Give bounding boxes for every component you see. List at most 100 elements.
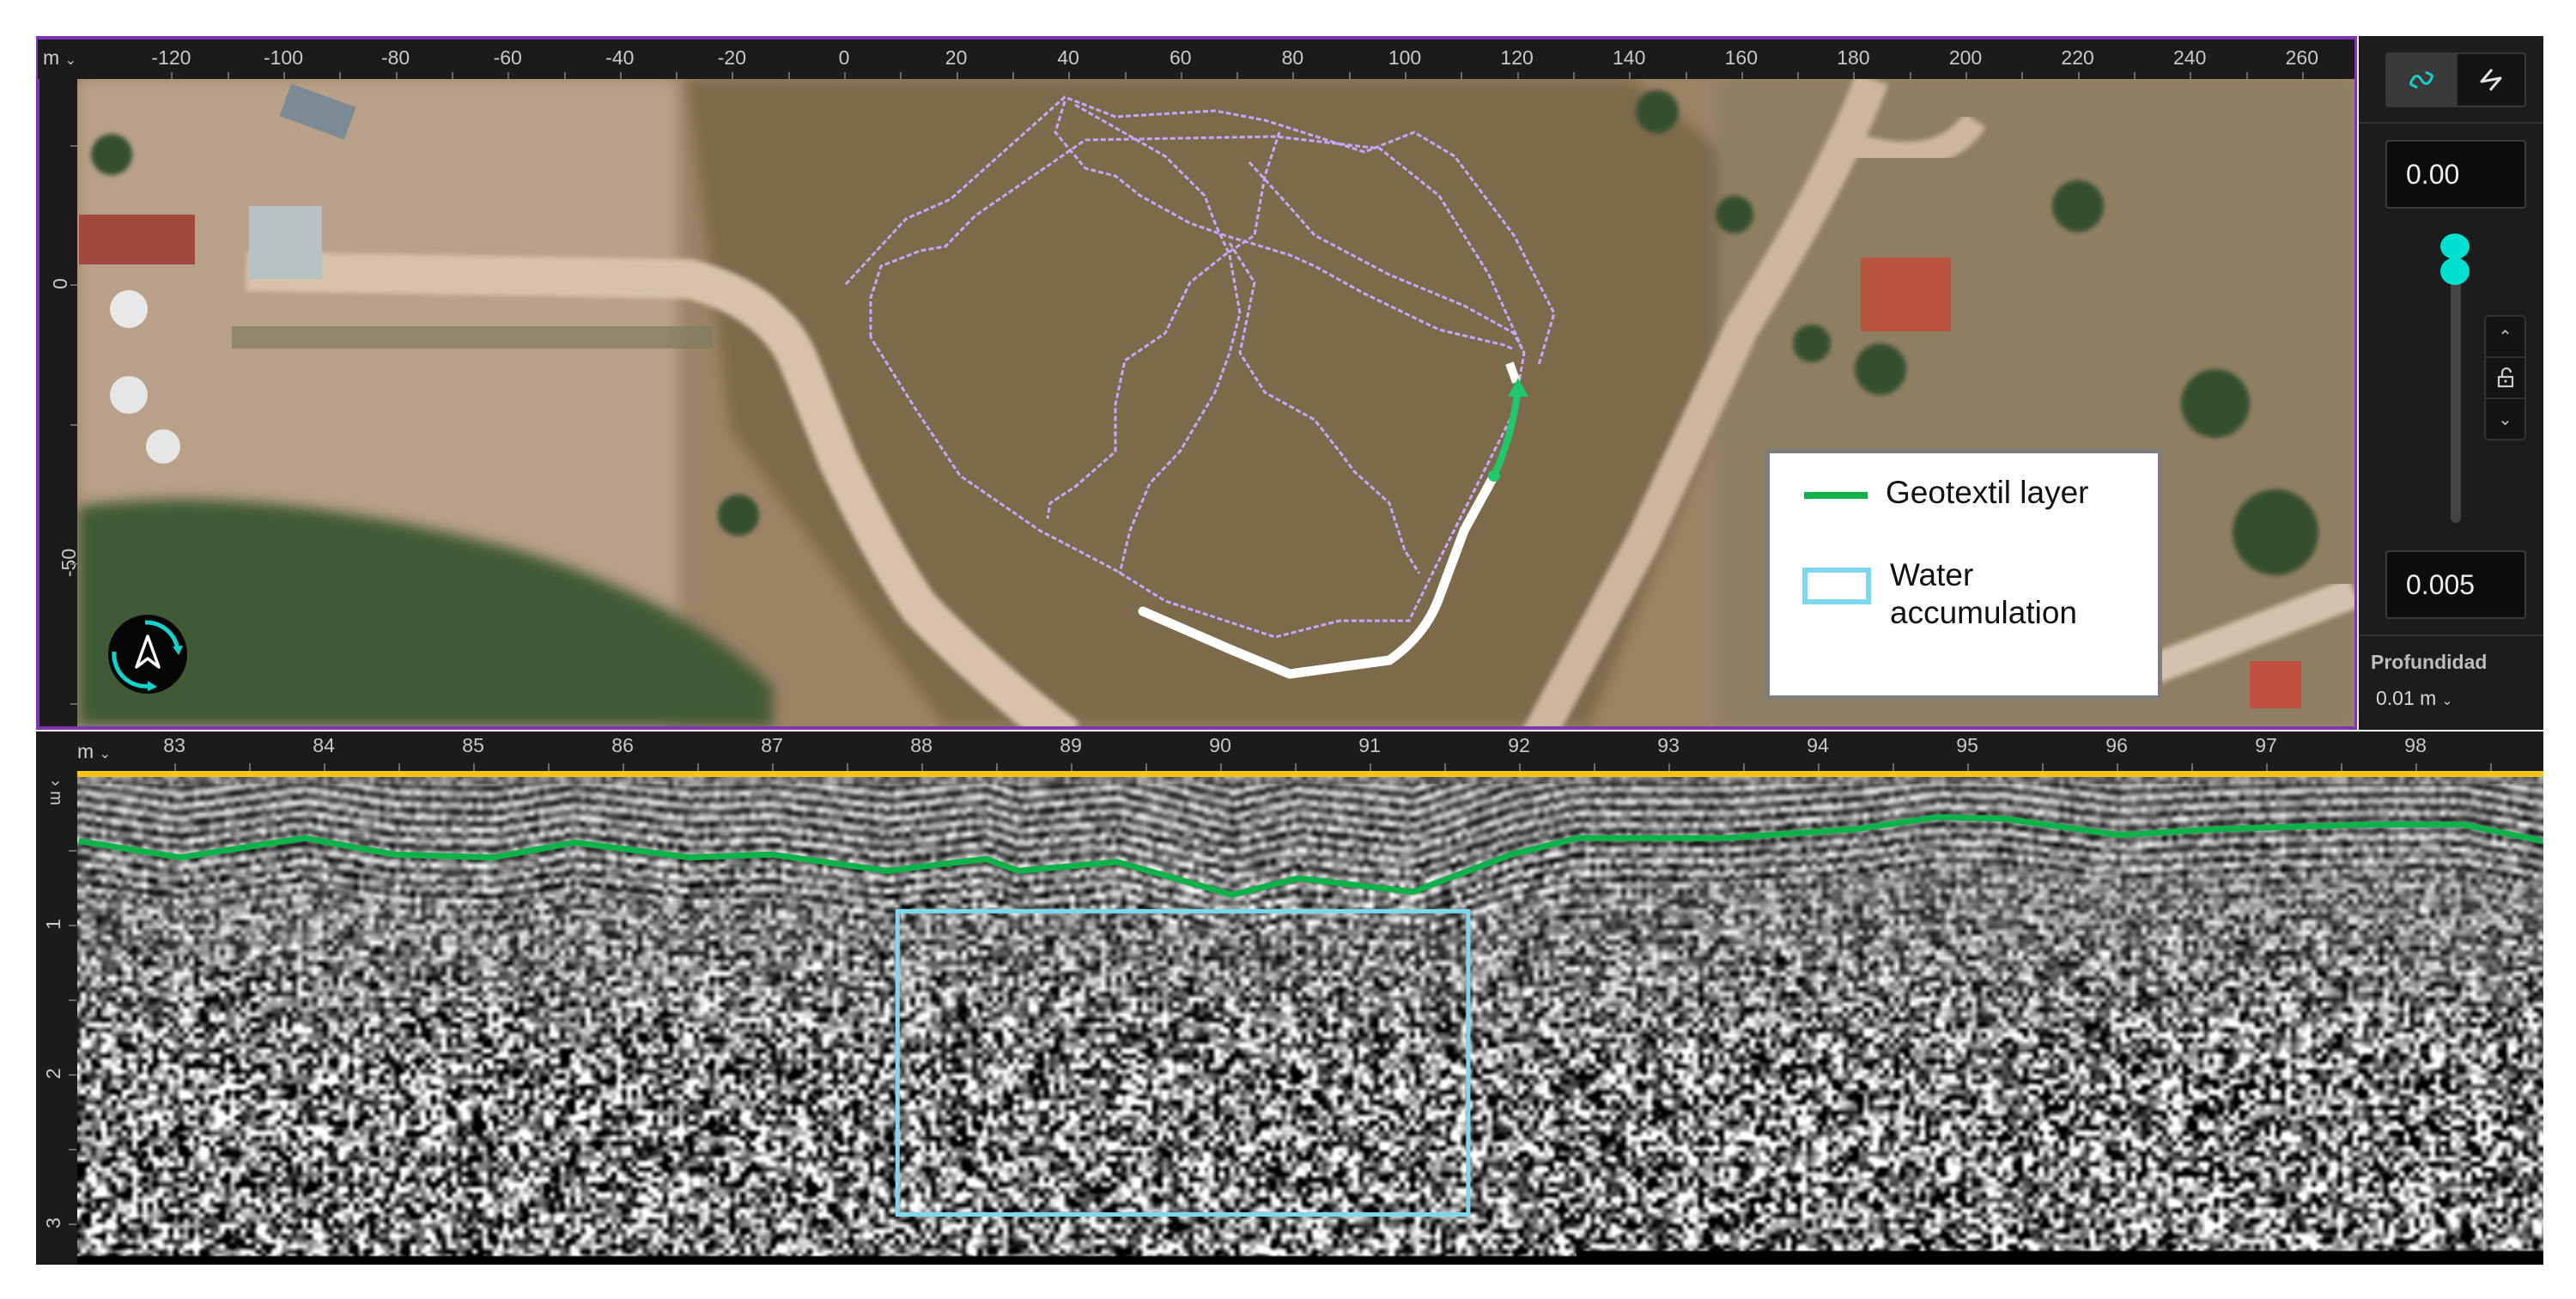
radar-x-tick [623, 763, 625, 771]
map-x-tick-minor [1012, 72, 1014, 79]
selected-range-bar[interactable] [77, 771, 2543, 777]
map-x-tick-minor [1797, 72, 1800, 79]
chevron-down-icon: ⌄ [2441, 694, 2453, 708]
map-x-tick-minor [1685, 72, 1687, 79]
radar-x-tick-minor [996, 763, 999, 771]
legend-water-swatch [1802, 568, 1871, 604]
radar-x-tick [1071, 763, 1073, 771]
slider-handle-upper[interactable] [2440, 234, 2470, 259]
map-x-tick-minor [563, 72, 566, 79]
wave-mode-1-button[interactable] [2385, 52, 2458, 107]
map-y-tick [70, 144, 77, 147]
radar-x-tick-label: 84 [313, 734, 335, 756]
map-x-tick-label: 140 [1613, 46, 1646, 69]
map-x-tick [1516, 72, 1519, 79]
range-slider-track[interactable] [2451, 246, 2461, 523]
map-x-tick-label: 60 [1170, 46, 1192, 69]
divider [2359, 122, 2543, 124]
radar-depth-tick-minor [69, 999, 76, 1001]
map-y-ruler: 0 -50 [39, 79, 80, 726]
map-x-tick-minor [451, 72, 453, 79]
radar-x-tick-minor [548, 763, 550, 771]
map-x-tick-label: -20 [717, 46, 747, 69]
map-y-tick [70, 284, 77, 286]
map-x-tick-minor [2021, 72, 2024, 79]
radar-x-tick [2266, 763, 2269, 771]
radar-x-tick-minor [1594, 763, 1596, 771]
radar-x-tick [921, 763, 924, 771]
map-x-tick-minor [1348, 72, 1351, 79]
map-x-tick [171, 72, 173, 79]
radargram-overlay [78, 814, 2543, 1217]
radar-x-tick-minor [2191, 763, 2194, 771]
slider-handle-lower[interactable] [2440, 258, 2470, 285]
radar-depth-tick-label: 1 [41, 919, 64, 930]
map-x-tick [619, 72, 622, 79]
radar-x-tick [473, 763, 476, 771]
min-value-input[interactable]: 0.005 [2385, 550, 2526, 619]
radar-x-tick-minor [1743, 763, 1746, 771]
map-x-tick [2077, 72, 2080, 79]
depth-selector[interactable]: 0.01 m ⌄ [2376, 687, 2452, 710]
map-x-tick-minor [227, 72, 229, 79]
radar-x-tick [1220, 763, 1223, 771]
radar-x-tick-label: 83 [163, 734, 185, 756]
map-x-tick-label: 80 [1281, 46, 1304, 69]
radar-x-tick-minor [1145, 763, 1148, 771]
compass-button[interactable] [107, 614, 188, 695]
chevron-up-icon: ⌃ [2498, 327, 2512, 347]
compass-north-rotate-icon [108, 615, 187, 694]
chevron-down-icon: ⌄ [64, 53, 76, 68]
map-x-tick-label: -100 [263, 46, 304, 69]
radar-x-tick-minor [2042, 763, 2044, 771]
map-y-tick-label: 0 [48, 278, 71, 289]
radar-x-tick-minor [2490, 763, 2493, 771]
map-x-tick-minor [2245, 72, 2248, 79]
depth-value: 0.01 m [2376, 687, 2437, 709]
signal-wave-alt-icon [2480, 69, 2502, 91]
geotextil-layer-line[interactable] [78, 814, 2543, 898]
radar-depth-tick-label: 3 [41, 1217, 64, 1229]
map-x-tick-minor [1124, 72, 1127, 79]
map-x-tick-minor [1461, 72, 1463, 79]
map-x-tick-label: -40 [605, 46, 635, 69]
legend-geotextil-swatch [1804, 492, 1868, 499]
radargram-view[interactable] [77, 777, 2543, 1265]
radar-depth-tick [69, 1223, 76, 1225]
radar-x-tick-label: 98 [2404, 734, 2427, 756]
map-x-tick [1629, 72, 1631, 79]
divider [2359, 634, 2543, 636]
map-x-tick [1965, 72, 1967, 79]
map-unit-selector[interactable]: m ⌄ [43, 46, 76, 70]
map-x-tick [732, 72, 734, 79]
radar-depth-ruler: 1 2 3 [36, 777, 77, 1265]
map-x-tick-minor [1572, 72, 1575, 79]
map-x-tick [1853, 72, 1856, 79]
max-value-input[interactable]: 0.00 [2385, 140, 2526, 209]
water-accumulation-box[interactable] [895, 908, 1471, 1217]
radar-x-tick-minor [1893, 763, 1895, 771]
map-x-tick-label: 100 [1388, 46, 1422, 69]
radar-depth-tick-label: 2 [41, 1068, 64, 1079]
unlock-icon [2497, 367, 2513, 388]
wave-mode-2-button[interactable] [2456, 52, 2526, 107]
map-x-tick-minor [787, 72, 790, 79]
map-x-tick [283, 72, 285, 79]
map-x-tick-label: 20 [945, 46, 968, 69]
radar-x-tick-label: 95 [1956, 734, 1978, 756]
step-down-button[interactable]: ⌄ [2484, 398, 2526, 440]
radar-depth-tick-minor [69, 850, 76, 852]
radar-x-tick [2415, 763, 2418, 771]
radar-x-tick-label: 91 [1358, 734, 1381, 756]
map-y-tick [70, 563, 77, 565]
map-x-tick [1068, 72, 1071, 79]
map-x-tick-label: 200 [1948, 46, 1983, 69]
radar-x-tick [1370, 763, 1372, 771]
radar-x-tick-minor [2341, 763, 2343, 771]
radar-x-tick-minor [697, 763, 700, 771]
radar-x-tick [2117, 763, 2119, 771]
map-x-tick-label: -120 [151, 46, 191, 69]
lock-button[interactable] [2484, 356, 2526, 399]
map-x-tick-label: 160 [1724, 46, 1758, 69]
step-up-button[interactable]: ⌃ [2484, 315, 2526, 358]
